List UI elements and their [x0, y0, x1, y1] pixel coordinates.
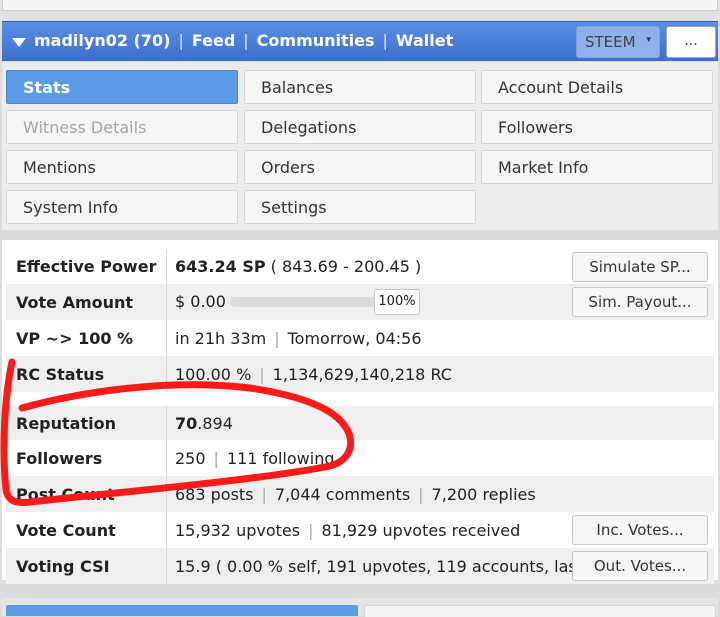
value-voting-csi: 15.9 ( 0.00 % self, 191 upvotes, 119 acc…	[175, 557, 620, 576]
chevron-down-icon: ▾	[646, 35, 651, 45]
row-effective-power: Effective Power 643.24 SP ( 843.69 - 200…	[6, 250, 714, 284]
tab-witness-details: Witness Details	[6, 110, 238, 144]
outgoing-votes-button[interactable]: Out. Votes...	[572, 551, 708, 581]
chain-select-value: STEEM	[585, 33, 636, 51]
replies-count: 7,200 replies	[431, 485, 536, 504]
vote-weight-slider-fill	[231, 298, 381, 306]
top-strip-inner	[2, 0, 718, 11]
following-count: 111 following	[226, 449, 335, 468]
vp-full-in: in 21h 33m	[175, 329, 267, 348]
value-separator: |	[274, 329, 280, 348]
value-post-count: 683 posts | 7,044 comments | 7,200 replies	[175, 485, 536, 504]
incoming-votes-button[interactable]: Inc. Votes...	[572, 515, 708, 545]
posts-count: 683 posts	[175, 485, 254, 504]
tab-orders[interactable]: Orders	[244, 150, 476, 184]
nav-separator: |	[178, 31, 184, 50]
label-voting-csi: Voting CSI	[16, 557, 110, 576]
row-post-count: Post Count 683 posts | 7,044 comments | 7,20…	[6, 476, 714, 512]
column-divider	[166, 440, 167, 476]
value-separator: |	[213, 449, 219, 468]
value-separator: |	[418, 485, 424, 504]
simulate-sp-button[interactable]: Simulate SP...	[572, 252, 708, 282]
label-vp: VP ~> 100 %	[16, 329, 134, 348]
column-divider	[166, 548, 167, 584]
column-divider	[166, 356, 167, 392]
vote-weight-slider[interactable]	[230, 297, 382, 307]
nav-link-communities[interactable]: Communities	[257, 31, 375, 50]
bottom-active-tab[interactable]	[6, 605, 358, 616]
bottom-inactive-tab[interactable]	[364, 605, 716, 617]
row-rc-status: RC Status 100.00 % | 1,134,629,140,218 RC	[6, 356, 714, 392]
comments-count: 7,044 comments	[274, 485, 411, 504]
value-separator: |	[259, 365, 265, 384]
row-reputation: Reputation 70.894	[6, 406, 714, 440]
tab-balances[interactable]: Balances	[244, 70, 476, 104]
label-vote-count: Vote Count	[16, 521, 116, 540]
rc-amount: 1,134,629,140,218 RC	[272, 365, 452, 384]
value-separator: |	[308, 521, 314, 540]
caret-down-icon[interactable]	[12, 38, 26, 47]
tab-stats[interactable]: Stats	[6, 70, 238, 104]
column-divider	[166, 284, 167, 320]
label-reputation: Reputation	[16, 414, 116, 433]
more-button[interactable]: ...	[666, 26, 716, 58]
stats-tabs: Stats Balances Account Details Witness D…	[2, 62, 718, 230]
column-divider	[166, 320, 167, 356]
value-separator: |	[261, 485, 267, 504]
sim-payout-button[interactable]: Sim. Payout...	[572, 287, 708, 317]
tab-mentions[interactable]: Mentions	[6, 150, 238, 184]
tab-followers[interactable]: Followers	[481, 110, 713, 144]
nav-link-feed[interactable]: Feed	[192, 31, 235, 50]
account-link[interactable]: madilyn02 (70)	[34, 31, 170, 50]
effective-power-breakdown: ( 843.69 - 200.45 )	[265, 257, 422, 276]
value-followers: 250 | 111 following	[175, 449, 335, 468]
reputation-integer: 70	[175, 414, 198, 433]
nav-separator: |	[243, 31, 249, 50]
value-vp: in 21h 33m | Tomorrow, 04:56	[175, 329, 422, 348]
reputation-decimal: .894	[197, 414, 233, 433]
value-effective-power: 643.24 SP ( 843.69 - 200.45 )	[175, 257, 421, 276]
tab-delegations[interactable]: Delegations	[244, 110, 476, 144]
value-reputation: 70.894	[175, 414, 233, 433]
label-vote-amount: Vote Amount	[16, 293, 134, 312]
row-vp: VP ~> 100 % in 21h 33m | Tomorrow, 04:56	[6, 320, 714, 356]
row-followers: Followers 250 | 111 following	[6, 440, 714, 476]
label-followers: Followers	[16, 449, 103, 468]
column-divider	[166, 406, 167, 440]
label-post-count: Post Count	[16, 485, 115, 504]
chain-select[interactable]: STEEM ▾	[576, 26, 660, 58]
row-vote-count: Vote Count 15,932 upvotes | 81,929 upvotes…	[6, 512, 714, 548]
nav-separator: |	[382, 31, 388, 50]
vote-weight-percent[interactable]: 100%	[374, 289, 420, 315]
effective-power-sp: 643.24 SP	[175, 257, 266, 276]
tab-account-details[interactable]: Account Details	[481, 70, 713, 104]
vp-full-at: Tomorrow, 04:56	[287, 329, 422, 348]
label-rc-status: RC Status	[16, 365, 105, 384]
row-voting-csi: Voting CSI 15.9 ( 0.00 % self, 191 upvot…	[6, 548, 714, 584]
row-vote-amount: Vote Amount $ 0.00 100% Sim. Payout...	[6, 284, 714, 320]
tab-system-info[interactable]: System Info	[6, 190, 238, 224]
header-nav: madilyn02 (70) | Feed | Communities | Wallet	[34, 31, 453, 50]
bottom-tab-strip	[2, 598, 718, 617]
upvotes-received: 81,929 upvotes received	[321, 521, 521, 540]
column-divider	[166, 512, 167, 548]
upvotes-given: 15,932 upvotes	[175, 521, 301, 540]
value-vote-amount: $ 0.00	[175, 292, 226, 311]
value-vote-count: 15,932 upvotes | 81,929 upvotes received	[175, 521, 520, 540]
nav-link-wallet[interactable]: Wallet	[396, 31, 453, 50]
tab-settings[interactable]: Settings	[244, 190, 476, 224]
column-divider	[166, 250, 167, 284]
header-bar: madilyn02 (70) | Feed | Communities | Wallet S…	[2, 21, 718, 61]
rc-percent: 100.00 %	[175, 365, 252, 384]
tab-market-info[interactable]: Market Info	[481, 150, 713, 184]
value-rc-status: 100.00 % | 1,134,629,140,218 RC	[175, 365, 452, 384]
top-strip	[0, 0, 720, 20]
column-divider	[166, 476, 167, 512]
stats-panel: Effective Power 643.24 SP ( 843.69 - 200…	[2, 240, 718, 584]
follower-count: 250	[175, 449, 206, 468]
label-effective-power: Effective Power	[16, 257, 157, 276]
